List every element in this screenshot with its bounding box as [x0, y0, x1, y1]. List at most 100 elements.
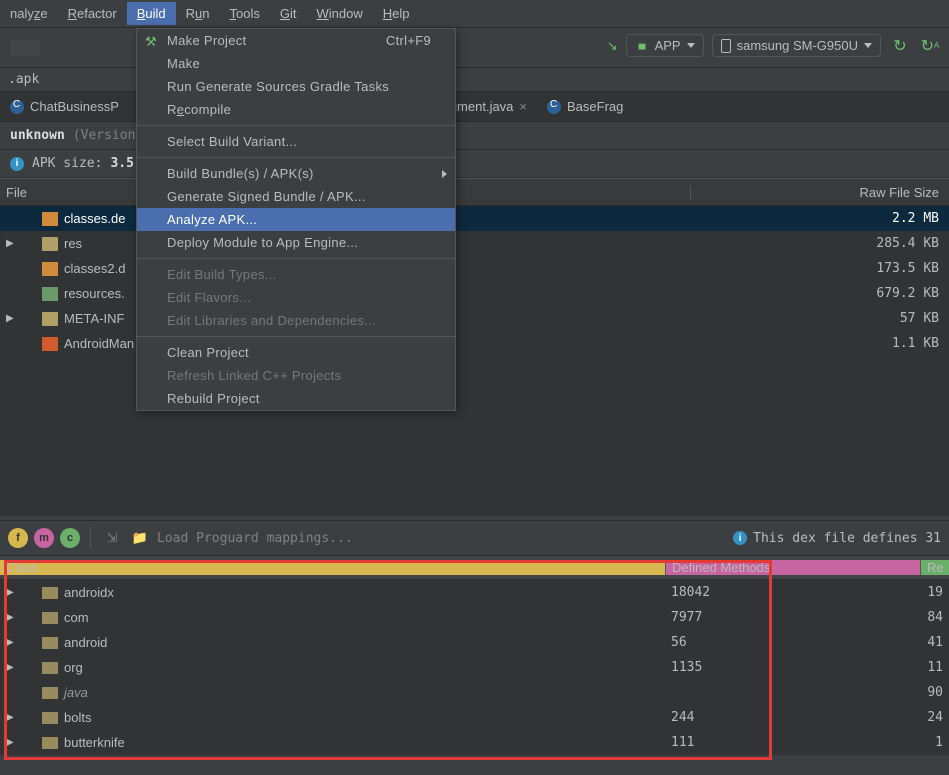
defined-methods: 111: [665, 735, 920, 750]
file-name: resources.: [64, 286, 125, 301]
class-row[interactable]: ▶ android 5641: [0, 630, 949, 655]
menuitem-recompile[interactable]: Recompile: [137, 98, 455, 121]
menu-help[interactable]: Help: [373, 2, 420, 25]
menu-git[interactable]: Git: [270, 2, 307, 25]
menuitem-rebuild-project[interactable]: Rebuild Project: [137, 387, 455, 410]
class-row[interactable]: java 90: [0, 680, 949, 705]
ref-count: 90: [920, 685, 949, 700]
menuitem-select-build-variant[interactable]: Select Build Variant...: [137, 130, 455, 153]
tree-icon[interactable]: ⇲: [101, 527, 123, 549]
package-icon: [42, 737, 58, 749]
run-config-combo[interactable]: APP: [626, 34, 704, 57]
menuitem-edit-flavors: Edit Flavors...: [137, 286, 455, 309]
file-name: AndroidMan: [64, 336, 134, 351]
menu-build[interactable]: Build: [127, 2, 176, 25]
menu-window[interactable]: Window: [307, 2, 373, 25]
menu-refactor[interactable]: Refactor: [58, 2, 127, 25]
ref-count: 19: [920, 585, 949, 600]
file-size: 173.5 KB: [690, 261, 949, 276]
menuitem-generate-signed-bundle-apk[interactable]: Generate Signed Bundle / APK...: [137, 185, 455, 208]
menu-tools[interactable]: Tools: [220, 2, 270, 25]
class-name: org: [64, 660, 83, 675]
class-row[interactable]: ▶com797784: [0, 605, 949, 630]
menubar: nalyzeRefactorBuildRunToolsGitWindowHelp: [0, 0, 949, 28]
expand-icon[interactable]: ▶: [6, 238, 16, 249]
menuitem-clean-project[interactable]: Clean Project: [137, 341, 455, 364]
class-col-header[interactable]: Class: [0, 560, 665, 575]
separator: [90, 527, 91, 549]
filter-c-button[interactable]: c: [60, 528, 80, 548]
filter-f-button[interactable]: f: [8, 528, 28, 548]
apk-name: unknown: [10, 128, 65, 143]
menu-nalyze[interactable]: nalyze: [0, 2, 58, 25]
class-row[interactable]: ▶androidx1804219: [0, 580, 949, 605]
expand-icon[interactable]: ▶: [6, 662, 16, 673]
expand-icon[interactable]: ▶: [6, 313, 16, 324]
file-icon: [42, 262, 58, 276]
chevron-down-icon: [687, 43, 695, 48]
class-name: com: [64, 610, 89, 625]
defined-methods: 244: [665, 710, 920, 725]
file-icon: [42, 212, 58, 226]
class-table-header: Class Defined Methods Re: [0, 556, 949, 580]
filter-m-button[interactable]: m: [34, 528, 54, 548]
class-icon: [547, 100, 561, 114]
class-name: java: [64, 685, 88, 700]
folder-icon[interactable]: 📁: [129, 527, 151, 549]
expand-icon[interactable]: ▶: [6, 712, 16, 723]
ref-count: 1: [920, 735, 949, 750]
ref-col-header[interactable]: Re: [920, 560, 949, 575]
ref-count: 11: [920, 660, 949, 675]
package-icon: [42, 612, 58, 624]
sync-icon[interactable]: ↻: [889, 35, 911, 57]
class-row[interactable]: ▶bolts24424: [0, 705, 949, 730]
menuitem-make-project[interactable]: ⚒Make ProjectCtrl+F9: [137, 29, 455, 52]
defined-methods: 18042: [665, 585, 920, 600]
load-proguard-link[interactable]: Load Proguard mappings...: [157, 531, 353, 546]
file-size: 285.4 KB: [690, 236, 949, 251]
expand-icon[interactable]: ▶: [6, 637, 16, 648]
menuitem-build-bundle-s-apk-s[interactable]: Build Bundle(s) / APK(s): [137, 162, 455, 185]
expand-icon[interactable]: ▶: [6, 612, 16, 623]
menuitem-run-generate-sources-gradle-tasks[interactable]: Run Generate Sources Gradle Tasks: [137, 75, 455, 98]
android-icon: [635, 39, 649, 53]
menuitem-deploy-module-to-app-engine[interactable]: Deploy Module to App Engine...: [137, 231, 455, 254]
package-icon: [42, 662, 58, 674]
tab-label: ChatBusinessP: [30, 99, 119, 114]
ref-count: 41: [920, 635, 949, 650]
file-name: classes2.d: [64, 261, 125, 276]
breadcrumb-text: .apk: [8, 72, 39, 87]
submenu-arrow-icon: [442, 170, 447, 178]
defined-methods: 7977: [665, 610, 920, 625]
device-combo[interactable]: samsung SM-G950U: [712, 34, 881, 57]
file-icon: [42, 287, 58, 301]
file-size: 679.2 KB: [690, 286, 949, 301]
rawsize-col-header[interactable]: Raw File Size: [690, 185, 949, 200]
close-icon[interactable]: ×: [519, 99, 527, 114]
class-row[interactable]: ▶butterknife1111: [0, 730, 949, 755]
tab-basefrag[interactable]: BaseFrag: [537, 92, 633, 121]
file-icon: [42, 337, 58, 351]
class-name: android: [64, 635, 107, 650]
package-icon: [42, 712, 58, 724]
expand-icon[interactable]: ▶: [6, 587, 16, 598]
menuitem-edit-libraries-and-dependencies: Edit Libraries and Dependencies...: [137, 309, 455, 332]
apk-version: (Version: [73, 128, 136, 143]
menuitem-edit-build-types: Edit Build Types...: [137, 263, 455, 286]
menuitem-make[interactable]: Make: [137, 52, 455, 75]
menuitem-analyze-apk[interactable]: Analyze APK...: [137, 208, 455, 231]
expand-icon[interactable]: ▶: [6, 737, 16, 748]
file-icon: [42, 237, 58, 251]
run-config-label: APP: [655, 38, 681, 53]
wand-icon[interactable]: ↘: [607, 38, 618, 54]
defmethods-col-header[interactable]: Defined Methods: [665, 560, 920, 575]
menuitem-refresh-linked-c-projects: Refresh Linked C++ Projects: [137, 364, 455, 387]
menu-run[interactable]: Run: [176, 2, 220, 25]
hammer-icon: ⚒: [145, 34, 159, 48]
sync-all-icon[interactable]: ↻A: [919, 35, 941, 57]
defined-methods: 56: [665, 635, 920, 650]
class-row[interactable]: ▶org113511: [0, 655, 949, 680]
file-name: res: [64, 236, 82, 251]
apk-size-label: APK size:: [32, 156, 102, 171]
tab-chatbusiness[interactable]: ChatBusinessP: [0, 92, 129, 121]
